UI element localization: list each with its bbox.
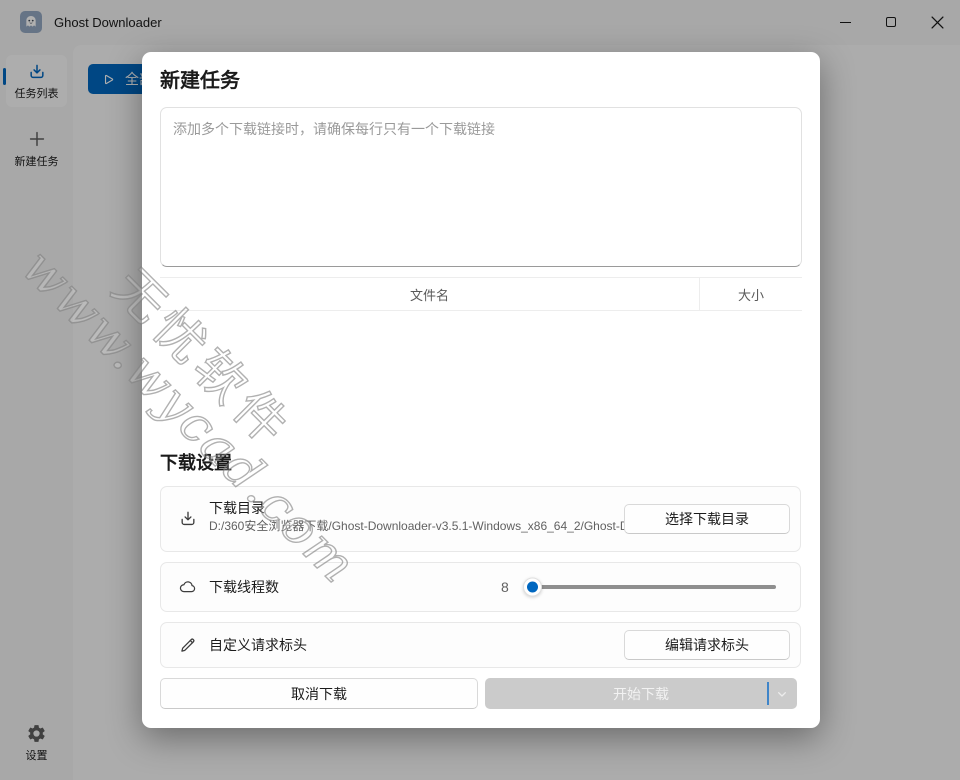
cancel-download-button[interactable]: 取消下载: [160, 678, 478, 709]
pencil-icon: [178, 635, 198, 655]
column-filename-label: 文件名: [410, 285, 449, 304]
thread-count-value: 8: [501, 579, 509, 595]
download-settings-heading: 下载设置: [160, 449, 232, 475]
start-download-label: 开始下载: [613, 684, 669, 704]
cloud-icon: [178, 577, 198, 597]
slider-thumb-dot: [527, 582, 538, 593]
download-links-input[interactable]: [160, 107, 802, 267]
start-download-button[interactable]: 开始下载: [485, 678, 797, 709]
download-directory-label: 下载目录: [209, 498, 265, 518]
new-task-dialog: 新建任务 文件名 大小 下载设置 下载目录 D:/360安全浏览器下载/Ghos…: [142, 52, 820, 728]
column-size: 大小: [700, 278, 802, 310]
chevron-down-icon[interactable]: [774, 686, 790, 702]
thread-count-card: 下载线程数 8: [160, 562, 801, 612]
request-headers-card: 自定义请求标头 编辑请求标头: [160, 622, 801, 668]
split-button-divider: [767, 682, 769, 705]
request-headers-label: 自定义请求标头: [209, 635, 307, 655]
file-table-header: 文件名 大小: [160, 277, 802, 311]
choose-directory-button[interactable]: 选择下载目录: [624, 504, 790, 534]
thread-count-label: 下载线程数: [209, 577, 279, 597]
dialog-title: 新建任务: [160, 64, 240, 93]
edit-headers-button[interactable]: 编辑请求标头: [624, 630, 790, 660]
thread-count-slider[interactable]: [526, 585, 776, 589]
slider-thumb[interactable]: [523, 578, 542, 597]
download-directory-card: 下载目录 D:/360安全浏览器下载/Ghost-Downloader-v3.5…: [160, 486, 801, 552]
column-filename: 文件名: [160, 278, 700, 310]
column-size-label: 大小: [738, 285, 764, 304]
download-tray-icon: [178, 509, 198, 529]
download-directory-path: D:/360安全浏览器下载/Ghost-Downloader-v3.5.1-Wi…: [209, 517, 635, 534]
